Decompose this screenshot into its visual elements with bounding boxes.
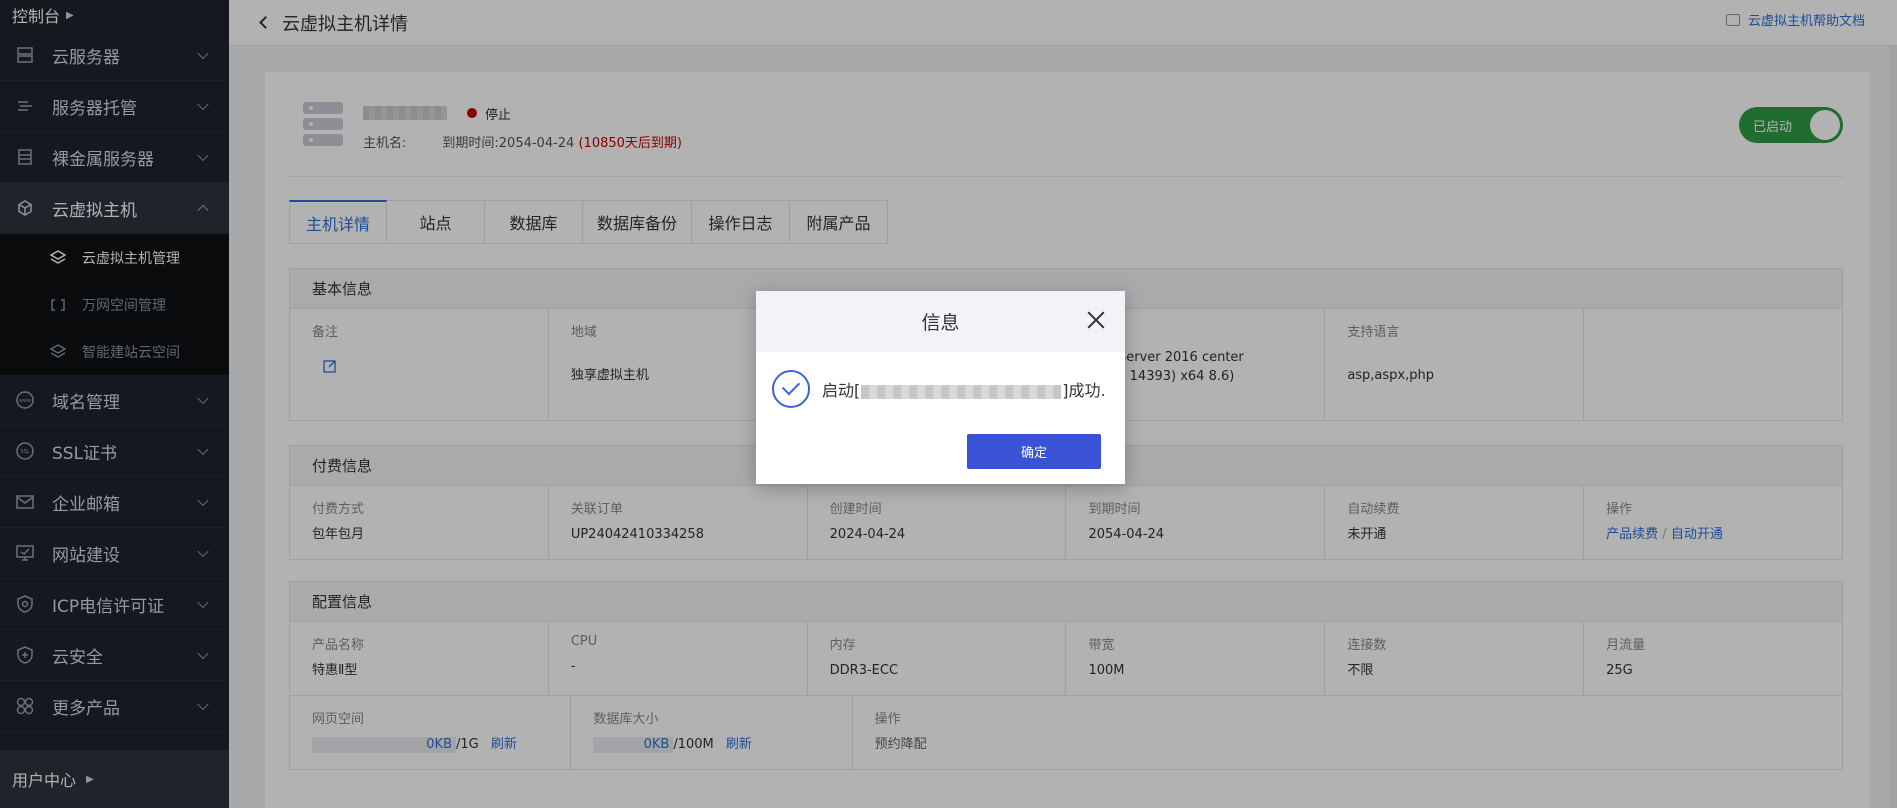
confirm-button[interactable]: 确定 — [967, 434, 1101, 469]
message-prefix: 启动[ — [822, 381, 861, 400]
dialog-title: 信息 — [921, 312, 960, 334]
dialog-header: 信息 — [756, 291, 1125, 352]
info-dialog: 信息 启动[ ]成功. 确定 — [756, 291, 1125, 484]
close-icon[interactable] — [1085, 309, 1107, 331]
dialog-body: 启动[ ]成功. — [756, 352, 1125, 408]
message-suffix: ]成功. — [1062, 381, 1106, 400]
redacted-host-id — [861, 384, 1062, 399]
success-check-icon — [772, 370, 810, 408]
dialog-message: 启动[ ]成功. — [822, 377, 1106, 401]
